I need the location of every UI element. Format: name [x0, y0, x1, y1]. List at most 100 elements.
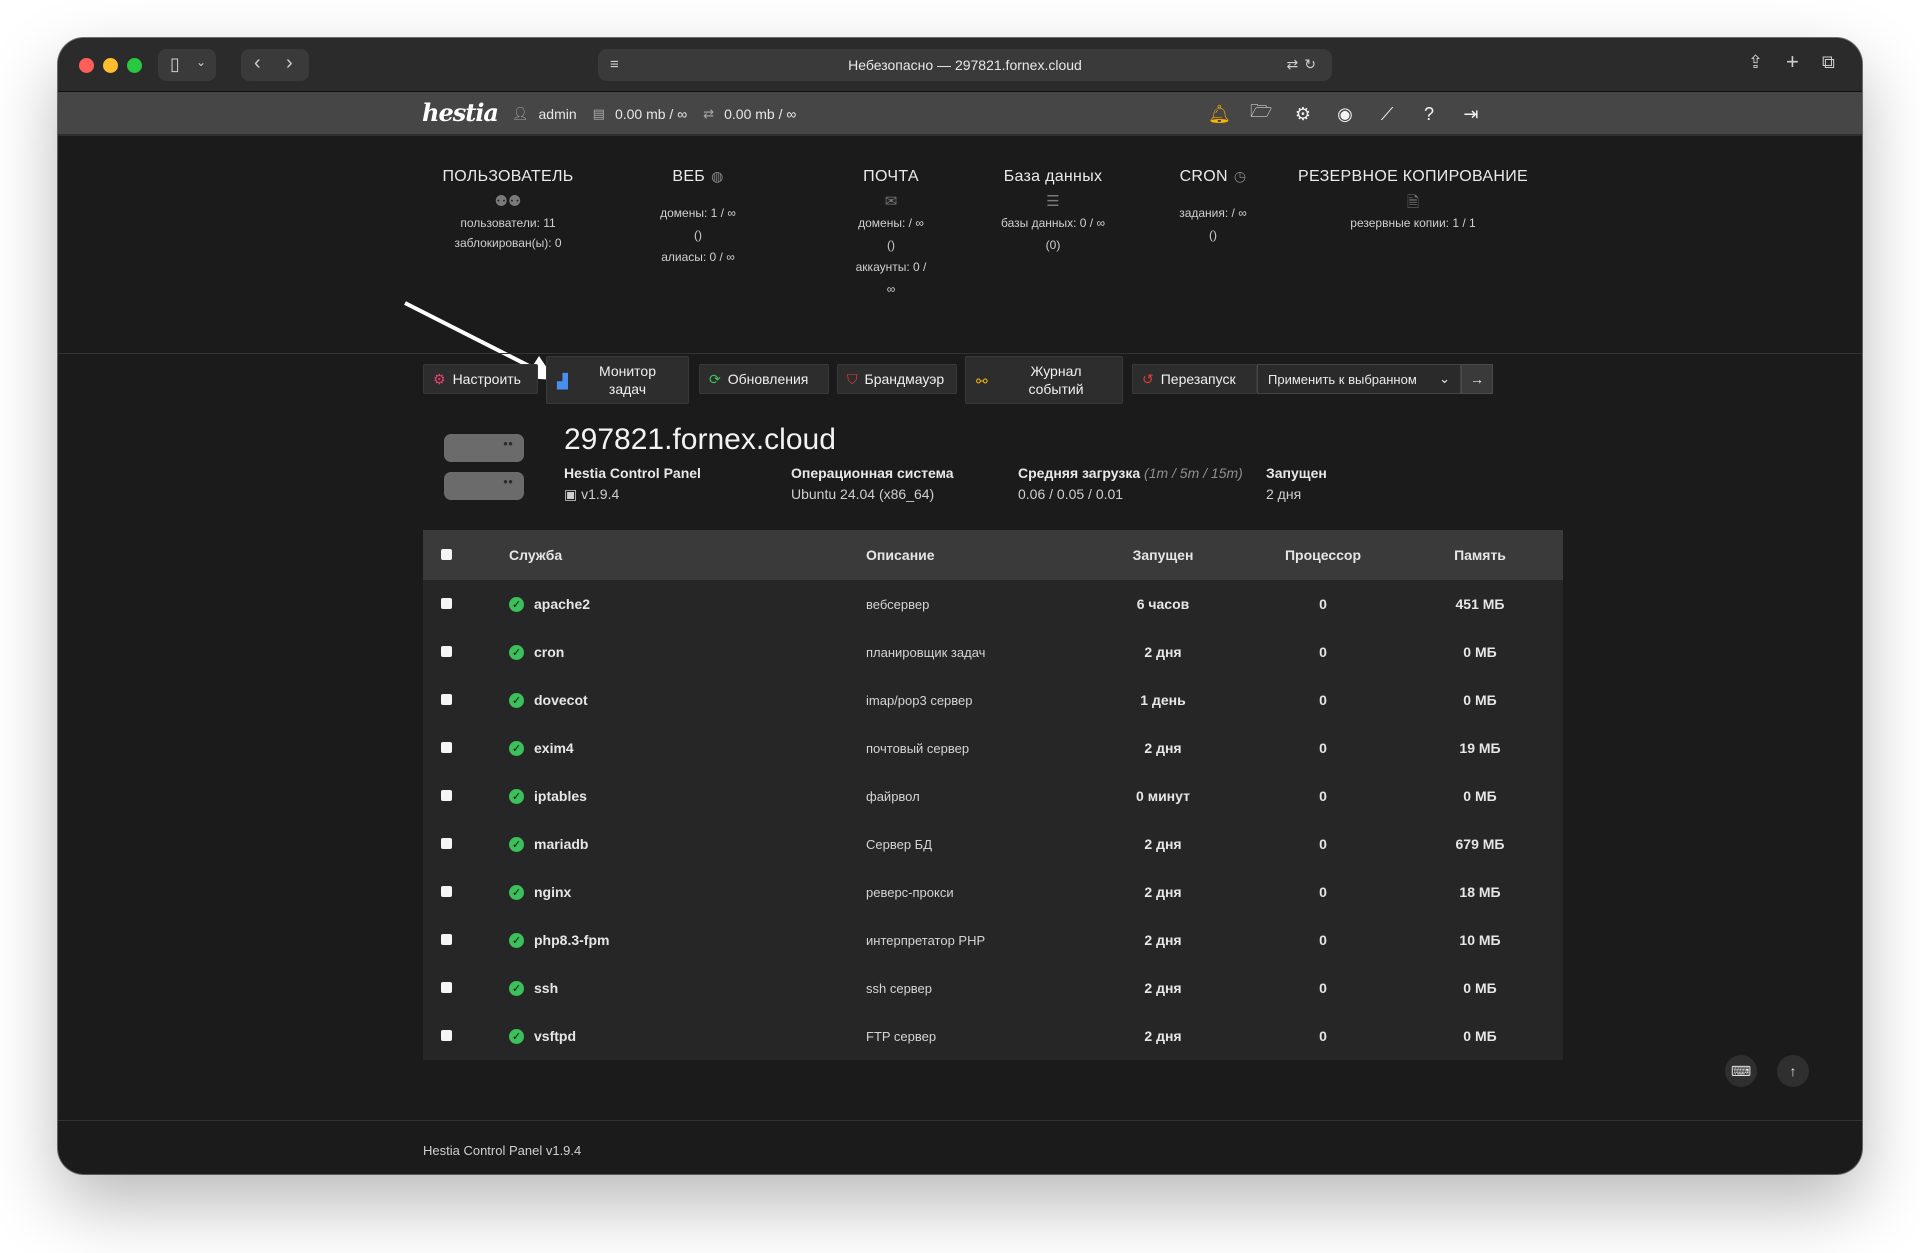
- user-account-icon[interactable]: ◉: [1334, 104, 1356, 125]
- logout-icon[interactable]: ⇥: [1460, 104, 1482, 125]
- database-icon: ☰: [1046, 193, 1060, 210]
- table-row[interactable]: ✓ ssh ssh сервер 2 дня 0 0 МБ: [423, 964, 1563, 1012]
- status-ok-icon: ✓: [509, 1028, 524, 1044]
- row-checkbox[interactable]: [441, 1030, 452, 1041]
- col-service[interactable]: Служба: [509, 547, 866, 563]
- service-description: вебсервер: [866, 596, 930, 612]
- scroll-top-button[interactable]: ↑: [1777, 1055, 1809, 1087]
- refresh-icon: ⟳: [709, 370, 721, 387]
- stat-user[interactable]: ПОЛЬЗОВАТЕЛЬ ⚉⚉ пользователи: 11 заблоки…: [428, 168, 588, 250]
- service-uptime: 2 дня: [1144, 1028, 1182, 1044]
- table-row[interactable]: ✓ apache2 вебсервер 6 часов 0 451 МБ: [423, 580, 1563, 628]
- bulk-action-select[interactable]: Применить к выбранном ⌄: [1257, 364, 1461, 394]
- share-icon[interactable]: ⇪: [1748, 53, 1763, 71]
- stat-db[interactable]: База данных ☰ базы данных: 0 / ∞ (0): [978, 168, 1128, 252]
- updates-button[interactable]: ⟳ Обновления: [699, 364, 829, 394]
- stat-web[interactable]: ВЕБ ◍ домены: 1 / ∞ () алиасы: 0 / ∞: [638, 168, 758, 264]
- row-checkbox[interactable]: [441, 598, 452, 609]
- table-row[interactable]: ✓ nginx реверс-прокси 2 дня 0 18 МБ: [423, 868, 1563, 916]
- browser-titlebar: ▯ ⌄ ‹ › ≡ Небезопасно — 297821.fornex.cl…: [58, 38, 1862, 92]
- table-row[interactable]: ✓ dovecot imap/pop3 сервер 1 день 0 0 МБ: [423, 676, 1563, 724]
- row-checkbox[interactable]: [441, 694, 452, 705]
- service-name[interactable]: ssh: [534, 980, 558, 996]
- stat-backup[interactable]: РЕЗЕРВНОЕ КОПИРОВАНИЕ 🗎 резервные копии:…: [1288, 168, 1538, 230]
- service-memory: 18 МБ: [1459, 884, 1501, 900]
- statistics-chart-icon[interactable]: ⟋: [1376, 104, 1398, 125]
- row-checkbox[interactable]: [441, 982, 452, 993]
- mail-icon: ✉: [884, 193, 898, 210]
- service-name[interactable]: vsftpd: [534, 1028, 576, 1044]
- stat-cron[interactable]: CRON ◷ задания: / ∞ (): [1158, 168, 1268, 242]
- back-button[interactable]: ‹: [254, 53, 261, 73]
- service-description: FTP сервер: [866, 1028, 937, 1044]
- hestia-logo[interactable]: hestia: [422, 98, 499, 127]
- close-window-button[interactable]: [79, 58, 94, 73]
- apply-bulk-button[interactable]: →: [1461, 364, 1493, 394]
- row-checkbox[interactable]: [441, 838, 452, 849]
- firewall-button[interactable]: ⛉ Брандмауэр: [837, 364, 957, 394]
- stat-db-title: База данных: [1003, 168, 1103, 185]
- status-ok-icon: ✓: [509, 788, 524, 804]
- service-memory: 451 МБ: [1455, 596, 1505, 612]
- row-checkbox[interactable]: [441, 934, 452, 945]
- event-log-button[interactable]: ⚯ Журнал событий: [965, 356, 1123, 404]
- keyboard-shortcuts-button[interactable]: ⌨: [1725, 1055, 1757, 1087]
- service-name[interactable]: dovecot: [534, 692, 588, 708]
- address-bar[interactable]: ≡ Небезопасно — 297821.fornex.cloud ⇄↻: [598, 49, 1332, 81]
- username[interactable]: admin: [539, 106, 577, 122]
- row-checkbox[interactable]: [441, 790, 452, 801]
- stat-mail[interactable]: ПОЧТА ✉ домены: / ∞ () аккаунты: 0 / ∞: [826, 168, 956, 296]
- service-cpu: 0: [1319, 596, 1327, 612]
- zoom-window-button[interactable]: [127, 58, 142, 73]
- service-cpu: 0: [1319, 884, 1327, 900]
- service-name[interactable]: exim4: [534, 740, 574, 756]
- service-name[interactable]: apache2: [534, 596, 590, 612]
- table-row[interactable]: ✓ vsftpd FTP сервер 2 дня 0 0 МБ: [423, 1012, 1563, 1060]
- service-cpu: 0: [1319, 932, 1327, 948]
- service-name[interactable]: cron: [534, 644, 564, 660]
- table-row[interactable]: ✓ iptables файрвол 0 минут 0 0 МБ: [423, 772, 1563, 820]
- service-uptime: 2 дня: [1144, 980, 1182, 996]
- backup-file-icon: 🗎: [1406, 194, 1420, 211]
- table-row[interactable]: ✓ mariadb Сервер БД 2 дня 0 679 МБ: [423, 820, 1563, 868]
- forward-button[interactable]: ›: [286, 53, 293, 73]
- service-memory: 0 МБ: [1463, 1028, 1497, 1044]
- clock-icon: ◷: [1233, 168, 1247, 184]
- panel-info: Hestia Control Panel ▣ v1.9.4: [564, 463, 701, 505]
- table-row[interactable]: ✓ exim4 почтовый сервер 2 дня 0 19 МБ: [423, 724, 1563, 772]
- task-monitor-label-1: Монитор: [599, 363, 656, 379]
- table-row[interactable]: ✓ php8.3-fpm интерпретатор PHP 2 дня 0 10 МБ: [423, 916, 1563, 964]
- row-checkbox[interactable]: [441, 646, 452, 657]
- service-name[interactable]: mariadb: [534, 836, 588, 852]
- sidebar-toggle-button[interactable]: [158, 49, 216, 81]
- restart-button[interactable]: ↺ Перезапуск: [1132, 364, 1257, 394]
- load-label: Средняя загрузка: [1018, 465, 1141, 481]
- help-icon[interactable]: ?: [1418, 104, 1440, 125]
- col-memory[interactable]: Память: [1403, 547, 1557, 563]
- stat-mail-line2: (): [887, 238, 895, 252]
- col-uptime[interactable]: Запущен: [1083, 547, 1243, 563]
- service-name[interactable]: nginx: [534, 884, 571, 900]
- translate-reload-icons[interactable]: ⇄↻: [1287, 56, 1322, 73]
- file-manager-folder-icon[interactable]: 🗁: [1250, 99, 1272, 129]
- minimize-window-button[interactable]: [103, 58, 118, 73]
- col-cpu[interactable]: Процессор: [1243, 547, 1403, 563]
- col-description[interactable]: Описание: [866, 547, 1083, 563]
- status-ok-icon: ✓: [509, 644, 524, 660]
- tab-overview-icon[interactable]: ⧉: [1822, 53, 1835, 71]
- select-all-checkbox[interactable]: [441, 549, 452, 560]
- configure-button[interactable]: ⚙ Настроить: [423, 364, 538, 394]
- notifications-bell-icon[interactable]: 🔔︎: [1208, 104, 1231, 125]
- service-name[interactable]: iptables: [534, 788, 587, 804]
- service-uptime: 2 дня: [1144, 932, 1182, 948]
- new-tab-icon[interactable]: +: [1786, 51, 1799, 73]
- load-info: Средняя загрузка (1m / 5m / 15m) 0.06 / …: [1018, 463, 1243, 505]
- server-settings-gear-icon[interactable]: ⚙: [1292, 104, 1314, 125]
- service-name[interactable]: php8.3-fpm: [534, 932, 609, 948]
- os-info: Операционная система Ubuntu 24.04 (x86_6…: [791, 463, 954, 505]
- row-checkbox[interactable]: [441, 742, 452, 753]
- page-menu-icon[interactable]: ≡: [610, 56, 619, 73]
- task-monitor-button[interactable]: ▟ Монитор задач: [546, 356, 689, 404]
- row-checkbox[interactable]: [441, 886, 452, 897]
- table-row[interactable]: ✓ cron планировщик задач 2 дня 0 0 МБ: [423, 628, 1563, 676]
